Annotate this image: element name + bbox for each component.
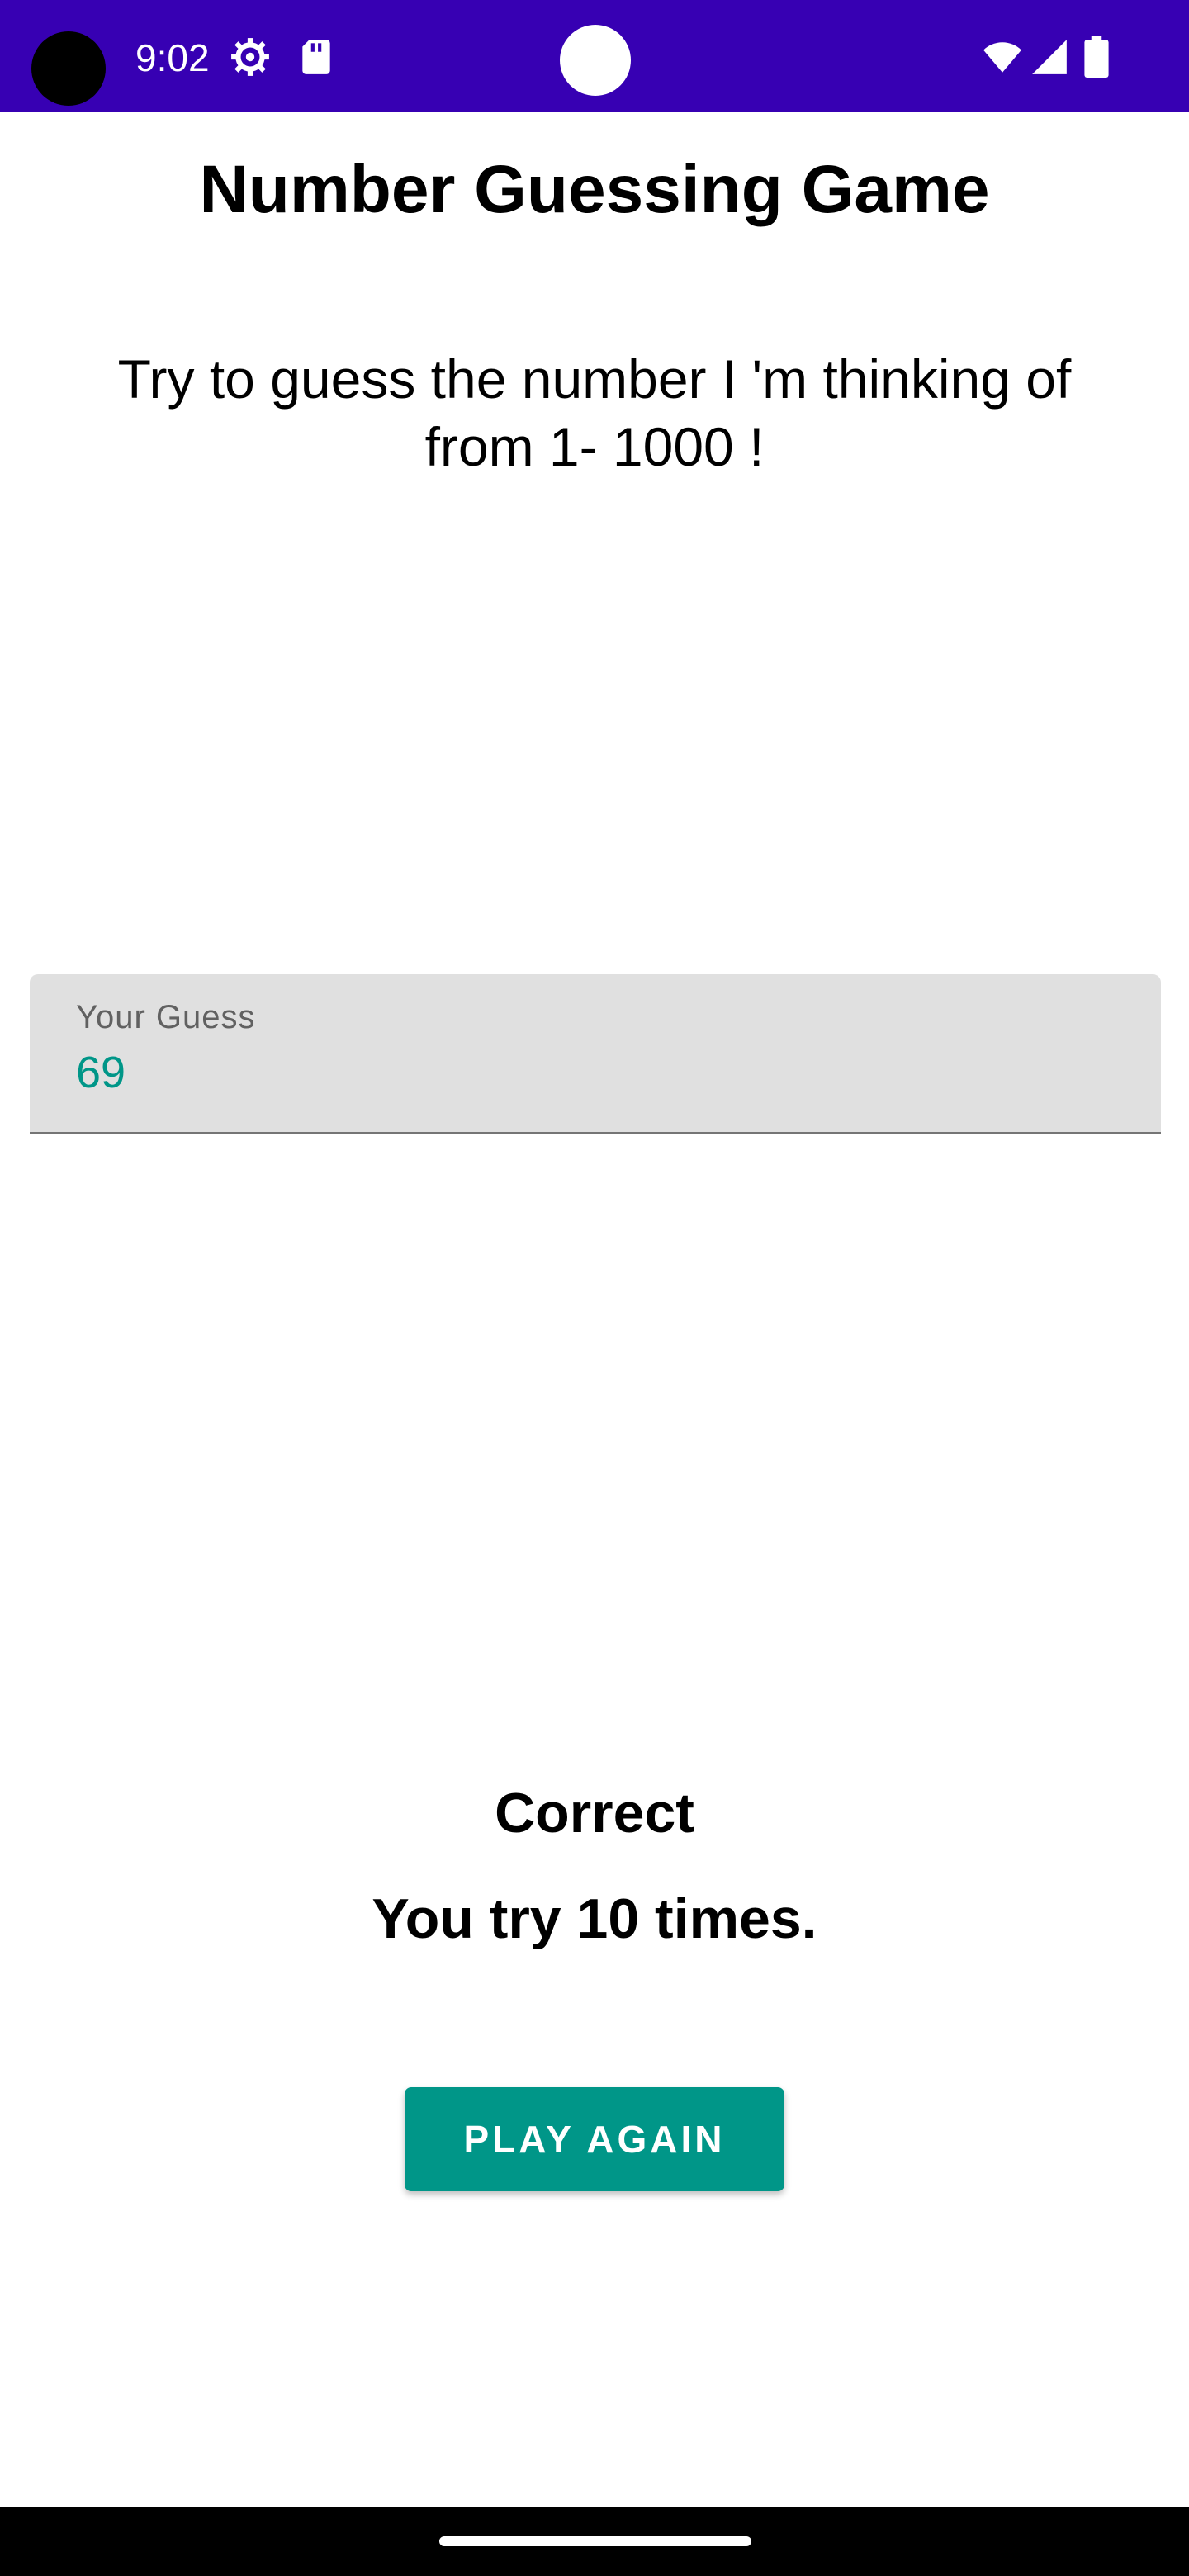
settings-icon [231,38,269,76]
page-title: Number Guessing Game [199,152,990,227]
front-camera-indicator [560,25,631,96]
wifi-icon [983,42,1021,73]
guess-field-label: Your Guess [76,999,256,1035]
instructions-text: Try to guess the number I 'm thinking of… [117,348,1072,477]
guess-input[interactable] [76,1047,1067,1098]
battery-icon [1084,36,1109,78]
camera-cutout [31,31,106,106]
status-time: 9:02 [135,36,210,79]
home-gesture-handle[interactable] [439,2536,751,2546]
status-bar: 9:02 [0,0,1189,112]
signal-icon [1032,40,1067,74]
play-again-button[interactable]: PLAY AGAIN [405,2087,784,2191]
result-status: Correct [495,1782,694,1844]
sd-card-icon [302,40,330,74]
guess-field[interactable]: Your Guess [30,974,1161,1134]
tries-message: You try 10 times. [372,1887,817,1950]
navigation-bar [0,2507,1189,2576]
